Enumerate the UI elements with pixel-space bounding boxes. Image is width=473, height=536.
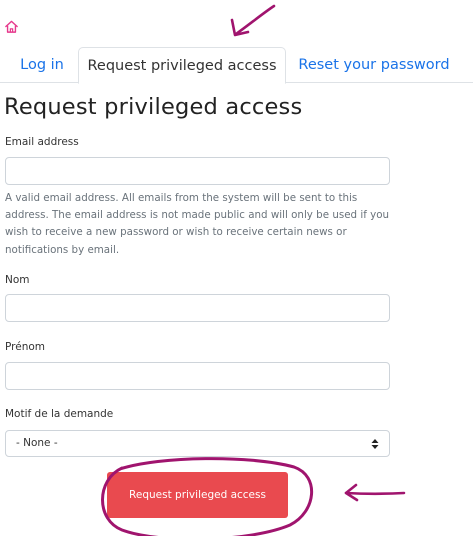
sort-arrows-icon (371, 439, 379, 449)
annotation-arrowhead-tab (230, 18, 250, 37)
request-access-button[interactable]: Request privileged access (107, 472, 288, 518)
tab-reset-password[interactable]: Reset your password (294, 47, 454, 83)
tab-request-privileged-access[interactable]: Request privileged access (78, 47, 286, 84)
page-title: Request privileged access (4, 94, 303, 120)
annotation-arrow-tab (234, 4, 276, 36)
motif-select[interactable]: - None - (5, 430, 390, 457)
prenom-label: Prénom (5, 341, 46, 353)
prenom-field[interactable] (5, 362, 390, 390)
motif-select-value: - None - (16, 437, 58, 449)
home-icon[interactable] (4, 19, 19, 34)
nom-label: Nom (5, 274, 30, 286)
email-help-text: A valid email address. All emails from t… (5, 192, 390, 256)
email-label: Email address (5, 136, 79, 148)
annotation-arrow-button (344, 491, 406, 496)
annotation-arrowhead-button (344, 483, 359, 502)
tab-log-in[interactable]: Log in (8, 47, 76, 83)
motif-label: Motif de la demande (5, 408, 114, 420)
tab-bar: Log in Request privileged access Reset y… (0, 47, 473, 84)
nom-field[interactable] (5, 294, 390, 322)
email-field[interactable] (5, 157, 390, 185)
